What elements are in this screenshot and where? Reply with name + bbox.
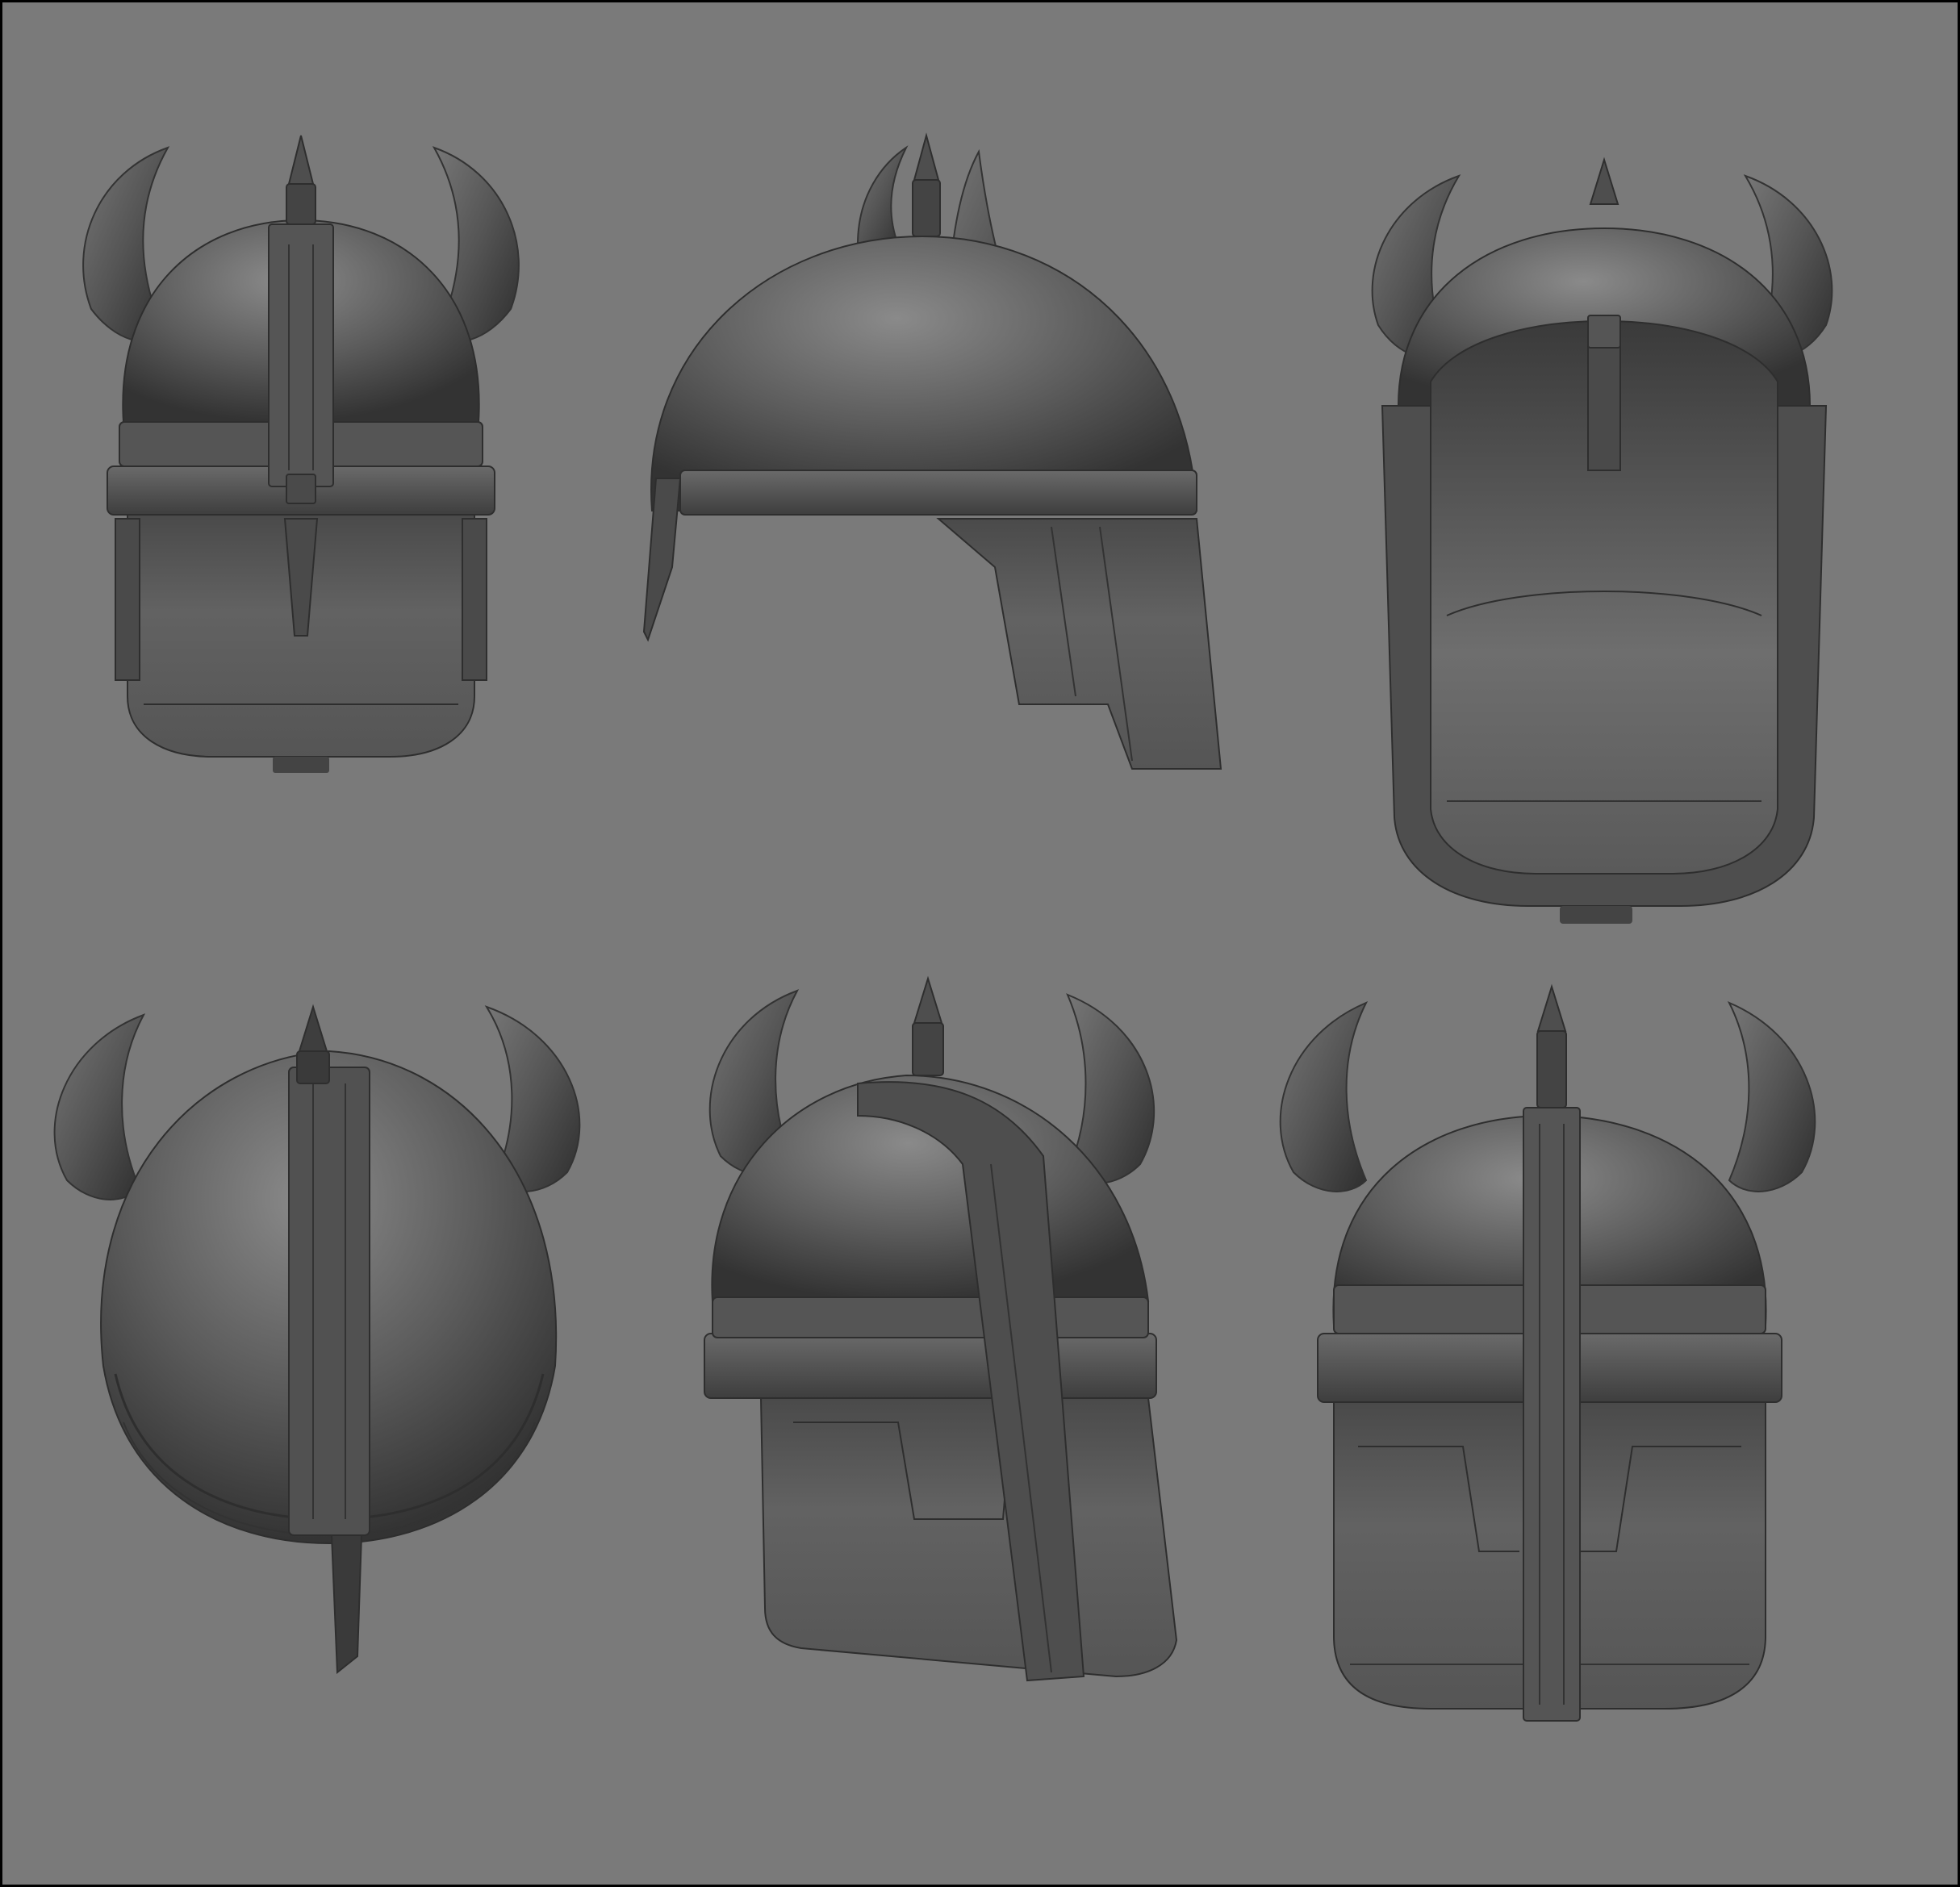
helmet-view-front-low [1279, 983, 1816, 1722]
helmet-render-sheet [53, 132, 1833, 1722]
top-spike [1536, 983, 1567, 1032]
helmet-view-inside [1371, 157, 1833, 924]
left-horn [1279, 1001, 1369, 1192]
top-spike [298, 1004, 328, 1052]
left-horn [53, 1013, 146, 1200]
top-spike [287, 135, 315, 185]
neck-guard [642, 478, 682, 642]
brow-band [679, 470, 1197, 516]
neck-tab [330, 1534, 363, 1675]
helmet-view-side [642, 132, 1222, 770]
render-viewport [2, 2, 1958, 1885]
helmet-view-front [82, 135, 520, 773]
top-spike [913, 975, 943, 1024]
face-plate [759, 1397, 1178, 1678]
helmet-view-three-quarter [704, 975, 1178, 1682]
top-spike [1589, 157, 1619, 205]
center-ridge [1523, 1107, 1581, 1722]
cheek-guard [936, 518, 1222, 770]
back-horn [856, 145, 909, 245]
brow-band [704, 1333, 1157, 1399]
center-ridge [268, 223, 334, 487]
top-spike [913, 132, 940, 181]
helmet-view-back [53, 1004, 581, 1675]
center-ridge [288, 1067, 370, 1536]
right-horn [1727, 1001, 1816, 1192]
